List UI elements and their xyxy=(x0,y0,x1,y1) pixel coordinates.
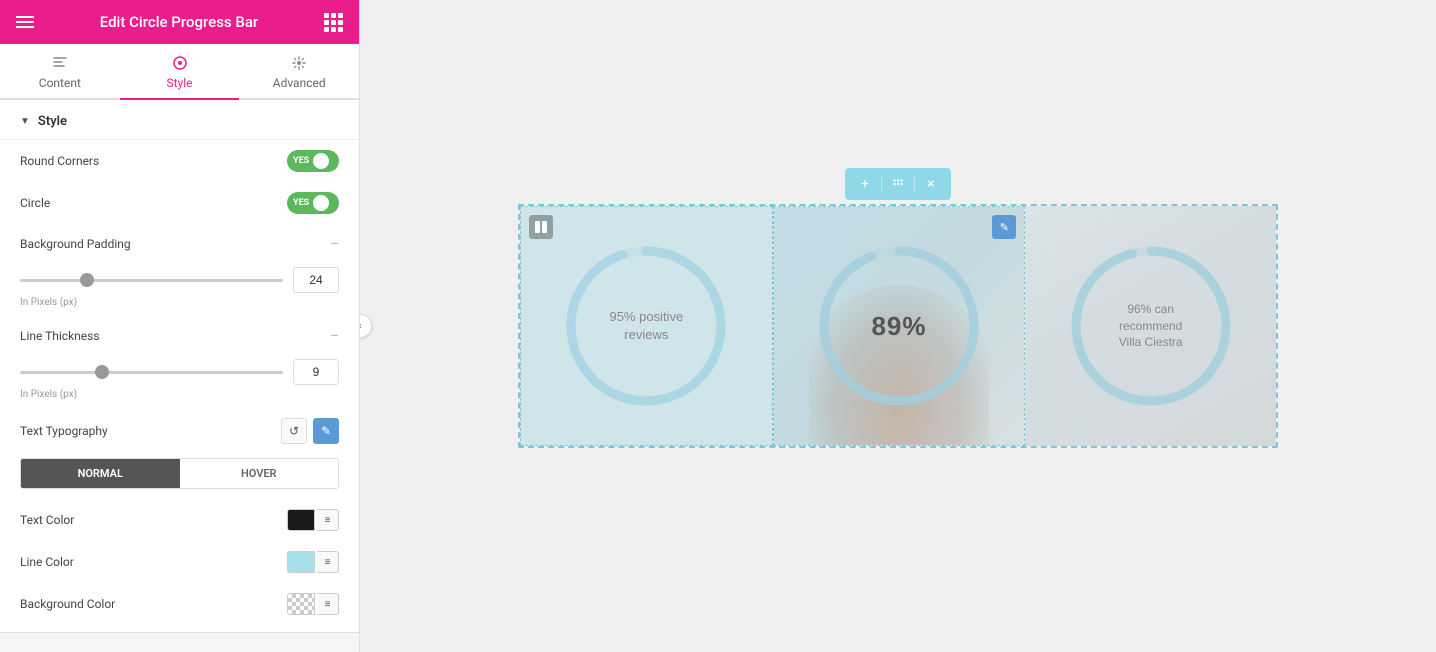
cell-1-col-icon[interactable] xyxy=(529,215,553,239)
cell-3-text: 96% canrecommendVilla Ciestra xyxy=(1119,301,1183,351)
edit-icon: ✎ xyxy=(321,424,331,438)
text-color-label: Text Color xyxy=(20,513,74,527)
line-color-label: Line Color xyxy=(20,555,74,569)
bg-color-swatch[interactable] xyxy=(287,593,315,615)
line-color-row: Line Color ≡ xyxy=(0,541,359,583)
progress-cell-2: ✎ 89% xyxy=(773,206,1026,446)
cell-1-circle-wrapper: 95% positivereviews xyxy=(556,236,736,416)
bg-padding-row: Background Padding − xyxy=(0,224,359,263)
panel-footer xyxy=(0,632,359,652)
tab-advanced-label: Advanced xyxy=(273,76,326,90)
circle-toggle-circle xyxy=(313,195,329,211)
bg-padding-unit: In Pixels (px) xyxy=(0,295,359,316)
hamburger-icon[interactable] xyxy=(16,16,34,28)
toggle-yes-label: YES xyxy=(293,156,309,166)
tab-style[interactable]: Style xyxy=(120,44,240,98)
tab-content[interactable]: Content xyxy=(0,44,120,98)
bg-color-row: Background Color ≡ xyxy=(0,583,359,625)
toolbar-plus-btn[interactable]: + xyxy=(853,172,877,196)
bg-padding-slider-section: 24 xyxy=(0,263,359,295)
toolbar-close-btn[interactable]: × xyxy=(919,172,943,196)
chevron-down-icon: ▼ xyxy=(20,116,30,127)
progress-cell-1: 95% positivereviews xyxy=(520,206,773,446)
section-title: Style xyxy=(38,114,67,129)
line-color-menu[interactable]: ≡ xyxy=(317,551,339,573)
thickness-value[interactable]: 9 xyxy=(293,359,339,385)
typography-edit-btn[interactable]: ✎ xyxy=(313,418,339,444)
collapse-panel-btn[interactable]: ‹ xyxy=(360,314,372,338)
bg-color-menu[interactable]: ≡ xyxy=(317,593,339,615)
text-color-swatch-group: ≡ xyxy=(287,509,339,531)
style-icon xyxy=(171,54,189,72)
state-tabs: NORMAL HOVER xyxy=(20,458,339,489)
panel-header: Edit Circle Progress Bar xyxy=(0,0,359,44)
bg-padding-minus[interactable]: − xyxy=(330,234,339,253)
thickness-row: Line Thickness − xyxy=(0,316,359,355)
round-corners-row: Round Corners YES xyxy=(0,140,359,182)
state-tab-normal[interactable]: NORMAL xyxy=(21,459,180,488)
style-section-header[interactable]: ▼ Style xyxy=(0,100,359,139)
typography-label: Text Typography xyxy=(20,424,108,438)
panel-tabs: Content Style Advanced xyxy=(0,44,359,100)
tab-advanced[interactable]: Advanced xyxy=(239,44,359,98)
widget-container: + × xyxy=(518,204,1278,448)
thickness-slider-row: 9 xyxy=(20,359,339,385)
panel-content: ▼ Style Round Corners YES Circle YES Bac… xyxy=(0,100,359,632)
tab-content-label: Content xyxy=(39,76,81,90)
cell-2-edit-icon[interactable]: ✎ xyxy=(992,215,1016,239)
thickness-unit: In Pixels (px) xyxy=(0,387,359,408)
circle-row: Circle YES xyxy=(0,182,359,224)
progress-widget: 95% positivereviews ✎ 89% xyxy=(518,204,1278,448)
reset-icon: ↺ xyxy=(289,424,299,438)
apps-icon[interactable] xyxy=(324,13,343,32)
cell-2-circle-wrapper: 89% xyxy=(809,236,989,416)
typography-reset-btn[interactable]: ↺ xyxy=(281,418,307,444)
state-tab-hover[interactable]: HOVER xyxy=(180,459,339,488)
progress-cell-3: 96% canrecommendVilla Ciestra xyxy=(1025,206,1276,446)
typography-row: Text Typography ↺ ✎ xyxy=(0,408,359,454)
line-color-swatch[interactable] xyxy=(287,551,315,573)
content-icon xyxy=(51,54,69,72)
bg-color-swatch-group: ≡ xyxy=(287,593,339,615)
text-color-menu[interactable]: ≡ xyxy=(317,509,339,531)
line-color-swatch-group: ≡ xyxy=(287,551,339,573)
float-toolbar: + × xyxy=(845,168,951,200)
toolbar-separator-2 xyxy=(914,176,915,192)
thickness-slider[interactable] xyxy=(20,371,283,374)
toolbar-move-btn[interactable] xyxy=(886,172,910,196)
advanced-icon xyxy=(290,54,308,72)
bg-padding-label: Background Padding xyxy=(20,237,131,251)
thickness-slider-section: 9 xyxy=(0,355,359,387)
bg-padding-slider[interactable] xyxy=(20,279,283,282)
toggle-circle xyxy=(313,153,329,169)
text-color-row: Text Color ≡ xyxy=(0,499,359,541)
thickness-label: Line Thickness xyxy=(20,329,100,343)
round-corners-label: Round Corners xyxy=(20,154,99,168)
cell-2-text: 89% xyxy=(871,311,926,342)
circle-toggle[interactable]: YES xyxy=(287,192,339,214)
bg-color-label: Background Color xyxy=(20,597,115,611)
canvas-area: ‹ + × xyxy=(360,0,1436,652)
panel-title: Edit Circle Progress Bar xyxy=(100,13,258,31)
left-panel: Edit Circle Progress Bar Content St xyxy=(0,0,360,652)
cell-3-circle-wrapper: 96% canrecommendVilla Ciestra xyxy=(1061,236,1241,416)
circle-toggle-yes: YES xyxy=(293,198,309,208)
thickness-minus[interactable]: − xyxy=(330,326,339,345)
circle-label: Circle xyxy=(20,196,50,210)
tab-style-label: Style xyxy=(167,76,193,90)
typography-actions: ↺ ✎ xyxy=(281,418,339,444)
bg-padding-slider-row: 24 xyxy=(20,267,339,293)
bg-padding-value[interactable]: 24 xyxy=(293,267,339,293)
round-corners-toggle[interactable]: YES xyxy=(287,150,339,172)
text-color-swatch[interactable] xyxy=(287,509,315,531)
cell-1-text: 95% positivereviews xyxy=(609,308,683,344)
toolbar-separator-1 xyxy=(881,176,882,192)
